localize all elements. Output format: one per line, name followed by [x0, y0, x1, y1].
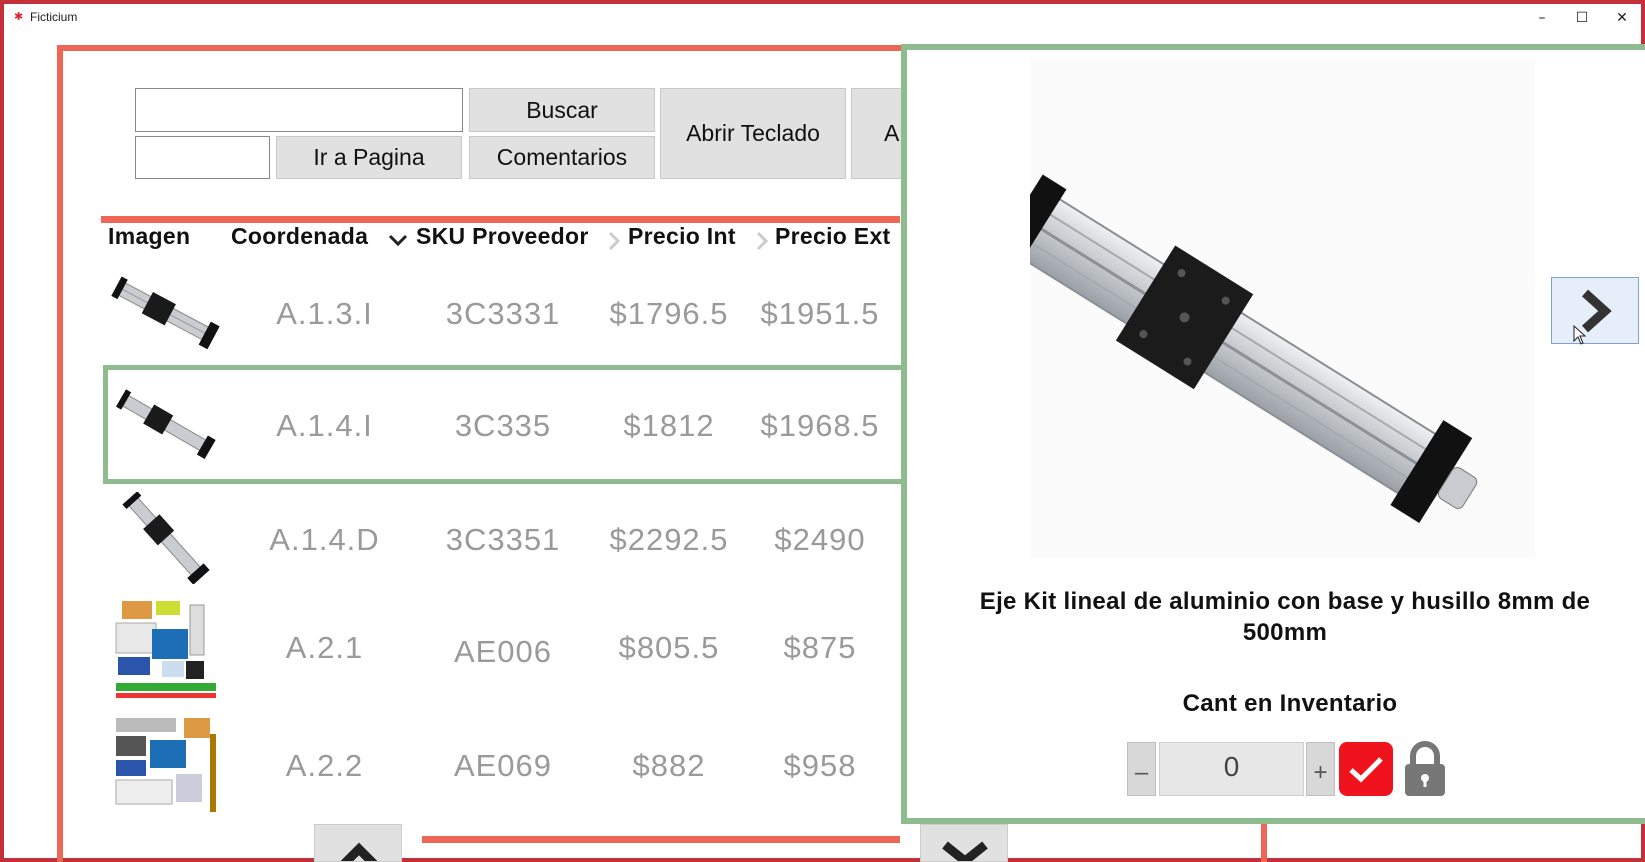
precio-ext-cell: $2490: [774, 522, 866, 557]
precio-int-cell: $1812: [623, 408, 715, 443]
coordenada-cell: A.2.1: [285, 630, 364, 665]
column-header-sku-proveedor[interactable]: SKU Proveedor: [416, 223, 589, 250]
linear-rail-kit-thumbnail: [110, 272, 220, 352]
precio-ext-cell: $875: [783, 630, 857, 665]
sku-cell: 3C335: [454, 408, 552, 443]
close-button[interactable]: ✕: [1602, 4, 1642, 32]
decrement-button[interactable]: –: [1127, 742, 1156, 796]
product-image: [993, 58, 1535, 558]
chevron-up-icon: [340, 842, 378, 861]
column-header-coordenada[interactable]: Coordenada: [231, 223, 368, 250]
mouse-cursor-icon: [1573, 325, 1587, 345]
title-bar[interactable]: ✱ Ficticium – ☐ ✕: [4, 4, 1641, 32]
chevron-right-icon[interactable]: [607, 231, 621, 256]
coordenada-cell: A.1.3.I: [276, 296, 373, 331]
arduino-starter-kit-thumbnail: [112, 595, 222, 703]
quantity-input[interactable]: 0: [1159, 742, 1304, 796]
search-input[interactable]: [135, 88, 463, 132]
abrir-teclado-button[interactable]: Abrir Teclado: [660, 88, 846, 179]
lock-icon[interactable]: [1403, 740, 1447, 798]
precio-int-cell: $2292.5: [609, 522, 729, 557]
product-list-panel-edge: [1261, 820, 1267, 862]
sku-cell: 3C3331: [445, 296, 561, 331]
linear-rail-kit-thumbnail: [114, 385, 224, 463]
app-icon: ✱: [14, 11, 24, 23]
product-name: Eje Kit lineal de aluminio con base y hu…: [979, 588, 1591, 646]
page-number-input[interactable]: [135, 136, 270, 179]
arduino-starter-kit-thumbnail: [112, 714, 222, 814]
maximize-button[interactable]: ☐: [1562, 4, 1602, 32]
sku-cell: AE069: [453, 748, 553, 783]
precio-ext-cell: $958: [783, 748, 857, 783]
precio-int-cell: $1796.5: [609, 296, 729, 331]
linear-rail-kit-thumbnail: [114, 491, 224, 585]
coordenada-cell: A.1.4.D: [269, 522, 380, 557]
scroll-down-button[interactable]: [920, 824, 1008, 862]
coordenada-cell: A.2.2: [285, 748, 364, 783]
buscar-button[interactable]: Buscar: [469, 88, 655, 132]
table-footer-divider: [422, 836, 900, 843]
sku-cell: 3C3351: [445, 522, 561, 557]
chevron-right-icon[interactable]: [755, 231, 769, 256]
increment-button[interactable]: +: [1306, 742, 1335, 796]
sku-cell: AE006: [453, 634, 553, 669]
precio-ext-cell: $1951.5: [760, 296, 880, 331]
window-title: Ficticium: [30, 10, 78, 24]
scroll-up-button[interactable]: [314, 824, 402, 862]
coordenada-cell: A.1.4.I: [276, 408, 373, 443]
confirm-button[interactable]: [1339, 742, 1393, 796]
precio-int-cell: $805.5: [618, 630, 720, 665]
checkmark-icon: [1349, 757, 1383, 783]
column-header-imagen[interactable]: Imagen: [108, 223, 190, 250]
precio-ext-cell: $1968.5: [760, 408, 880, 443]
column-header-precio-ext[interactable]: Precio Ext: [775, 223, 891, 250]
table-header-divider: [101, 216, 900, 223]
ir-a-pagina-button[interactable]: Ir a Pagina: [276, 136, 462, 179]
next-image-button[interactable]: [1551, 277, 1639, 344]
chevron-down-icon: [942, 841, 988, 861]
column-header-precio-int[interactable]: Precio Int: [628, 223, 736, 250]
inventory-label: Cant en Inventario: [1182, 690, 1398, 717]
comentarios-button[interactable]: Comentarios: [469, 136, 655, 179]
chevron-down-icon[interactable]: [388, 233, 408, 252]
precio-int-cell: $882: [632, 748, 706, 783]
minimize-button[interactable]: –: [1522, 4, 1562, 32]
